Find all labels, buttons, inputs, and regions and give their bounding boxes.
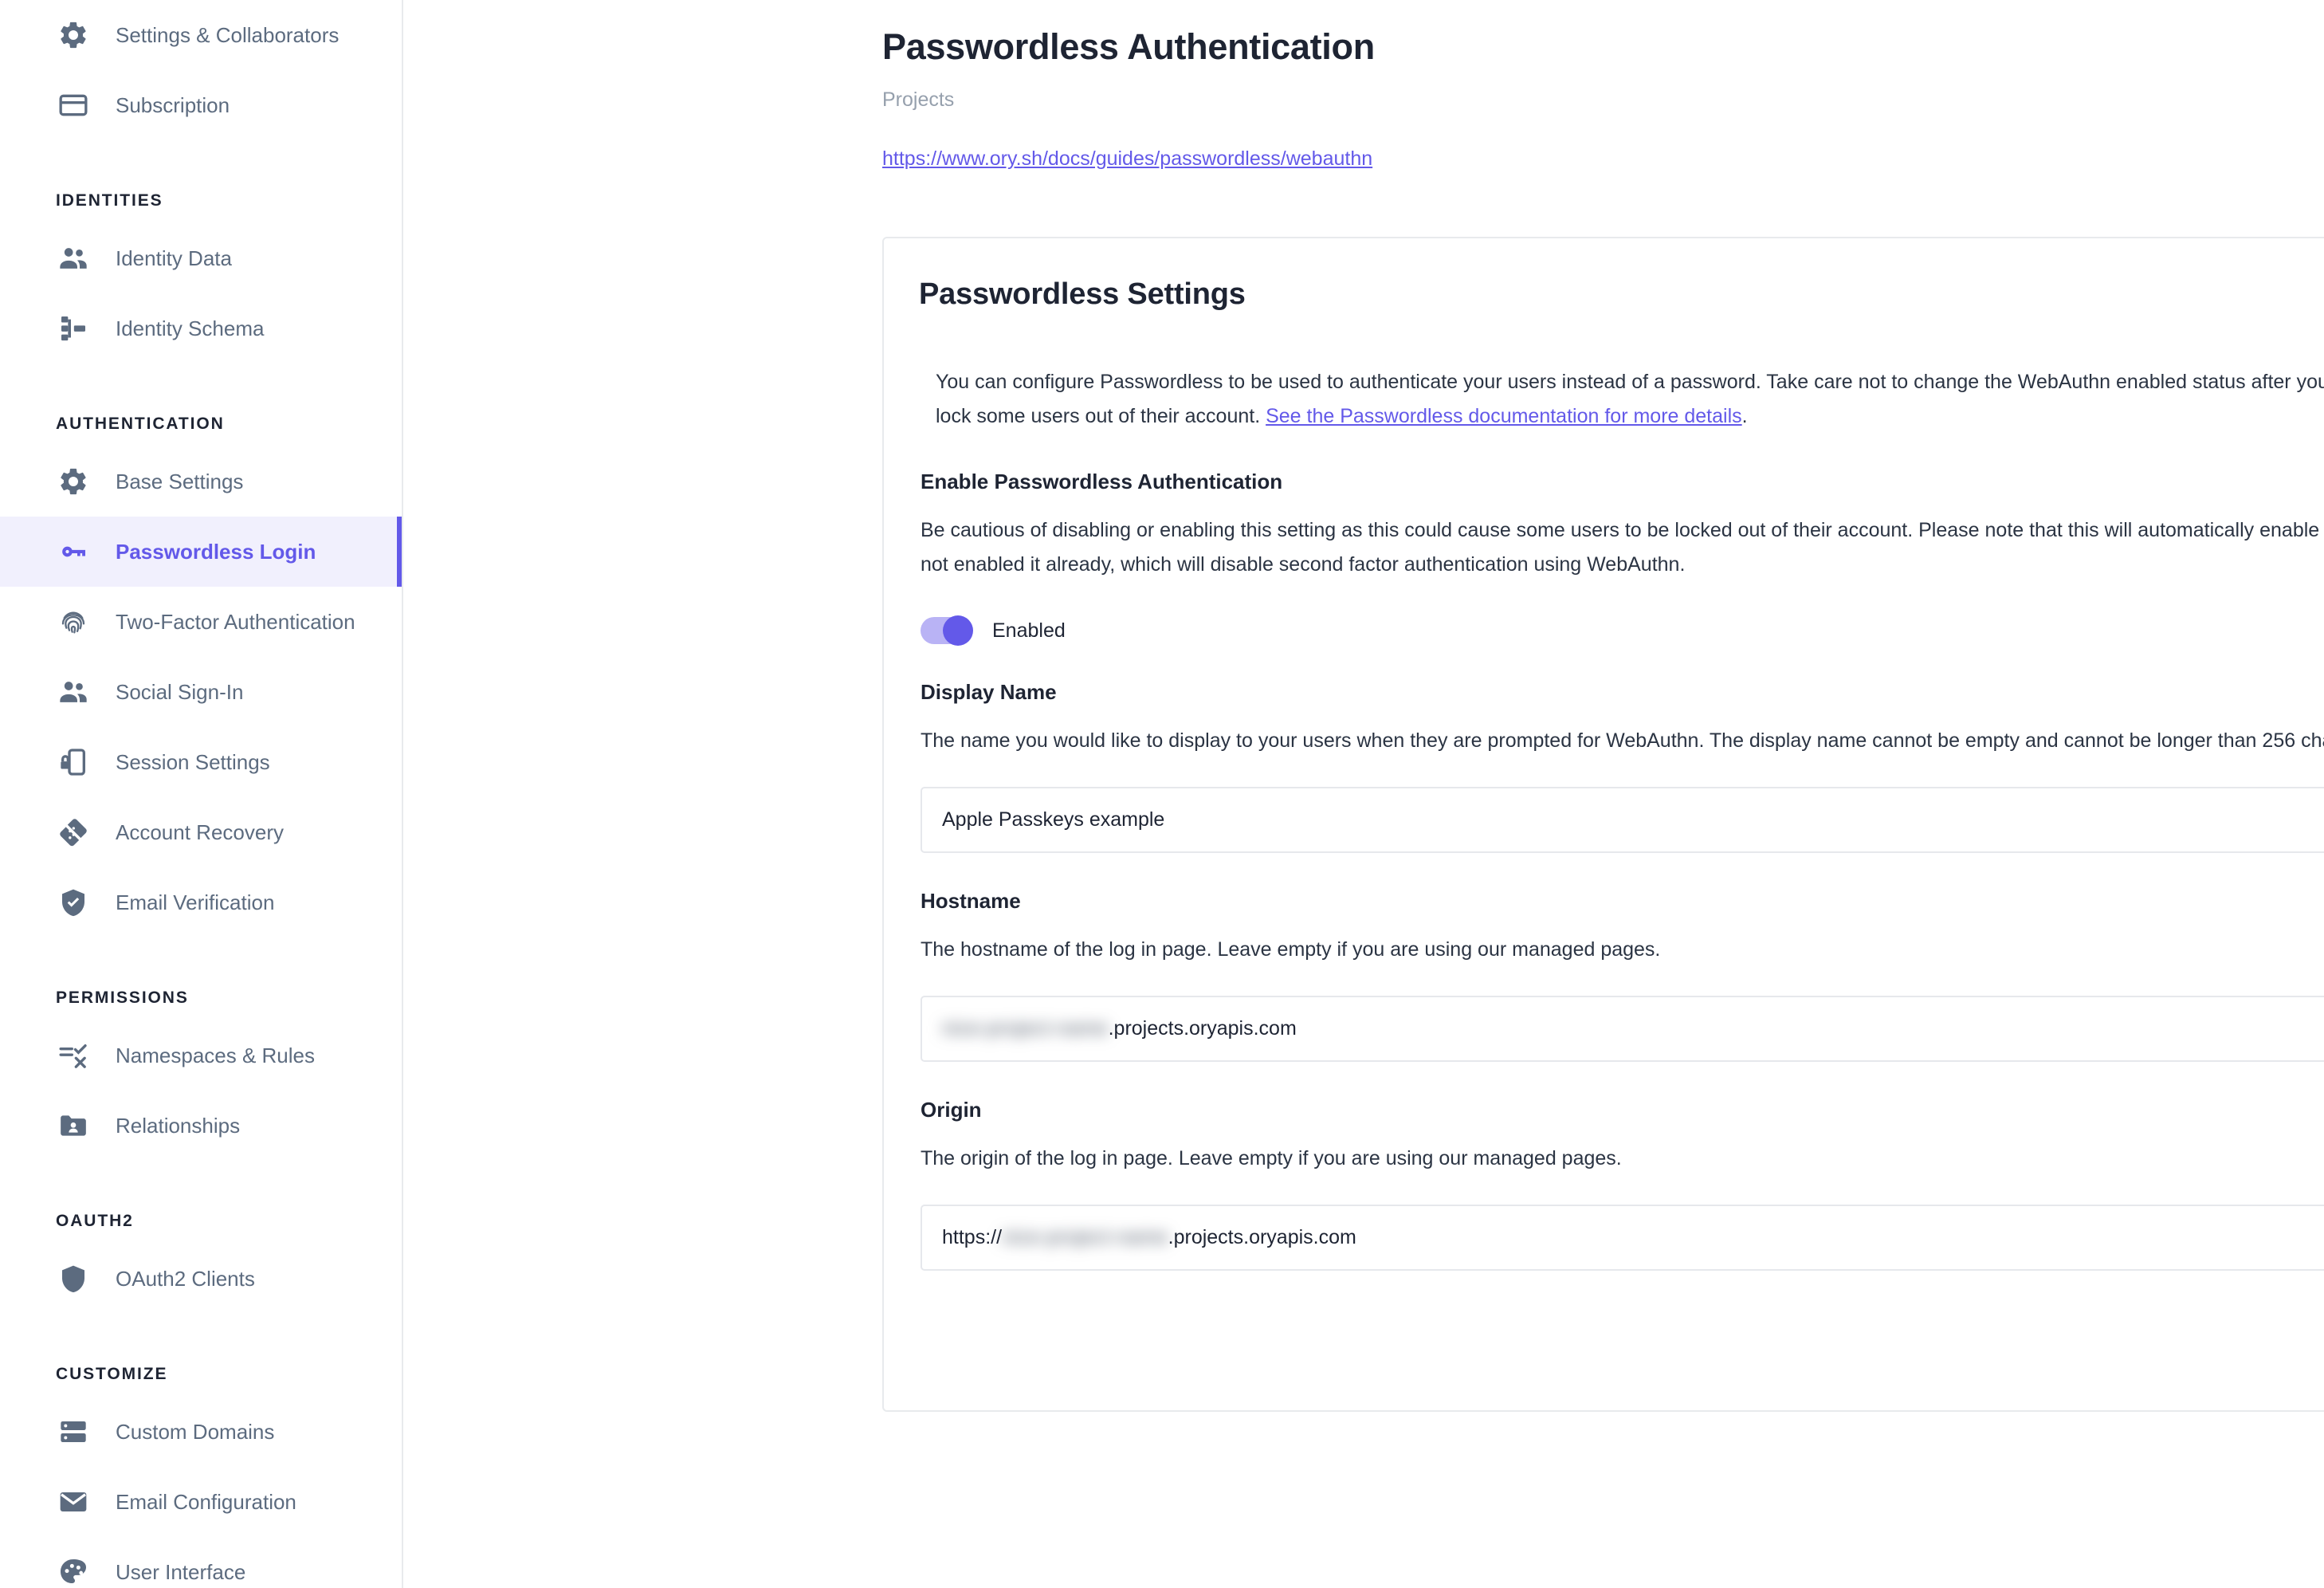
sidebar-item-base-settings[interactable]: Base Settings (0, 446, 402, 517)
sidebar-section-customize: CUSTOMIZE (56, 1365, 168, 1383)
sidebar-item-label: Settings & Collaborators (116, 22, 340, 47)
enable-passwordless-toggle-row: Enabled (921, 615, 2324, 646)
hostname-block: Hostname The hostname of the log in page… (919, 889, 2324, 1062)
sidebar-item-label: Base Settings (116, 469, 244, 493)
sidebar-item-email-verification[interactable]: Email Verification (0, 867, 402, 937)
origin-value-suffix: .projects.oryapis.com (1168, 1226, 1356, 1248)
sidebar-item-namespaces-rules[interactable]: Namespaces & Rules (0, 1020, 402, 1091)
credit-card-icon (56, 88, 91, 123)
card-intro-text-after: . (1741, 405, 1748, 427)
sidebar-item-session-settings[interactable]: Session Settings (0, 727, 402, 797)
sidebar-item-custom-domains[interactable]: Custom Domains (0, 1397, 402, 1467)
card-intro: You can configure Passwordless to be use… (936, 365, 2324, 434)
sidebar-item-label: Social Sign-In (116, 679, 244, 704)
hostname-input[interactable]: nice-project-name .projects.oryapis.com (921, 996, 2324, 1062)
card-footer: Save (919, 1271, 2324, 1410)
sidebar-item-label: Session Settings (116, 749, 270, 774)
sidebar-item-label: Identity Schema (116, 316, 265, 340)
sidebar: Settings & Collaborators Subscription IDEN… (0, 0, 403, 1588)
sidebar-item-label: Relationships (116, 1113, 241, 1138)
sidebar-item-user-interface[interactable]: User Interface (0, 1537, 402, 1588)
sidebar-section-authentication: AUTHENTICATION (56, 415, 225, 433)
sidebar-item-label: Email Configuration (116, 1489, 296, 1514)
sidebar-item-label: Account Recovery (116, 820, 284, 844)
key-icon (56, 534, 91, 569)
sidebar-item-settings-collaborators[interactable]: Settings & Collaborators (0, 0, 402, 70)
sidebar-item-account-recovery[interactable]: Account Recovery (0, 797, 402, 867)
main-content: Passwordless Authentication Projects htt… (403, 0, 2324, 1588)
sidebar-item-identity-schema[interactable]: Identity Schema (0, 293, 402, 364)
sidebar-item-oauth2-clients[interactable]: OAuth2 Clients (0, 1244, 402, 1314)
shield-icon (56, 1261, 91, 1296)
enable-passwordless-label: Enable Passwordless Authentication (921, 470, 1283, 493)
sidebar-item-label: Passwordless Login (116, 539, 316, 564)
shield-check-icon (56, 885, 91, 920)
bandage-icon (56, 815, 91, 850)
hostname-description: The hostname of the log in page. Leave e… (921, 938, 1661, 961)
phone-lock-icon (56, 745, 91, 780)
sidebar-item-label: Identity Data (116, 246, 232, 270)
display-name-value: Apple Passkeys example (942, 808, 1165, 831)
sidebar-item-label: User Interface (116, 1559, 246, 1584)
sidebar-item-two-factor-authentication[interactable]: Two-Factor Authentication (0, 587, 402, 657)
display-name-block: Display Name The name you would like to … (919, 680, 2324, 853)
origin-label: Origin (921, 1098, 982, 1122)
toggle-knob (943, 615, 973, 646)
display-name-label: Display Name (921, 680, 1057, 704)
display-name-input[interactable]: Apple Passkeys example (921, 787, 2324, 853)
sidebar-item-identity-data[interactable]: Identity Data (0, 223, 402, 293)
app-root: Settings & Collaborators Subscription IDEN… (0, 0, 2324, 1588)
people-icon (56, 241, 91, 276)
hostname-value-redacted: nice-project-name (942, 1017, 1109, 1040)
enable-passwordless-toggle-state: Enabled (992, 619, 1066, 642)
enable-passwordless-description: Be cautious of disabling or enabling thi… (921, 519, 2324, 576)
enable-passwordless-toggle[interactable] (921, 615, 973, 646)
palette-icon (56, 1555, 91, 1588)
envelope-icon (56, 1484, 91, 1519)
fingerprint-icon (56, 604, 91, 639)
sidebar-item-email-configuration[interactable]: Email Configuration (0, 1467, 402, 1537)
origin-block: Origin The origin of the log in page. Le… (919, 1098, 2324, 1271)
sidebar-item-label: Email Verification (116, 890, 275, 914)
sidebar-section-identities: IDENTITIES (56, 191, 163, 210)
page-header: Passwordless Authentication Projects htt… (403, 0, 2324, 171)
display-name-description: The name you would like to display to yo… (921, 729, 2324, 752)
sidebar-item-label: Namespaces & Rules (116, 1043, 315, 1067)
folder-user-icon (56, 1108, 91, 1143)
origin-description: The origin of the log in page. Leave emp… (921, 1147, 1622, 1169)
sidebar-item-label: OAuth2 Clients (116, 1266, 255, 1291)
hostname-value-suffix: .projects.oryapis.com (1108, 1017, 1297, 1040)
sidebar-item-label: Two-Factor Authentication (116, 609, 355, 634)
origin-value-redacted: nice-project-name (1002, 1226, 1168, 1248)
passwordless-docs-link[interactable]: See the Passwordless documentation for m… (1266, 405, 1742, 427)
rules-icon (56, 1038, 91, 1073)
enable-passwordless-block: Enable Passwordless Authentication Be ca… (919, 470, 2324, 646)
gear-icon (56, 464, 91, 499)
sidebar-item-label: Subscription (116, 92, 230, 117)
people-icon (56, 674, 91, 709)
sidebar-item-label: Custom Domains (116, 1419, 275, 1444)
sidebar-item-relationships[interactable]: Relationships (0, 1091, 402, 1161)
sidebar-item-social-sign-in[interactable]: Social Sign-In (0, 657, 402, 727)
gear-icon (56, 18, 91, 53)
sidebar-item-passwordless-login[interactable]: Passwordless Login (0, 517, 402, 587)
sidebar-item-subscription[interactable]: Subscription (0, 70, 402, 140)
page-title: Passwordless Authentication (882, 26, 1375, 67)
passwordless-settings-card: Passwordless Settings You can configure … (882, 237, 2324, 1412)
server-icon (56, 1414, 91, 1449)
origin-value-prefix: https:// (942, 1226, 1003, 1248)
schema-icon (56, 311, 91, 346)
origin-input[interactable]: https://nice-project-name .projects.oryap… (921, 1205, 2324, 1271)
breadcrumb: Projects (882, 88, 955, 111)
sidebar-section-permissions: PERMISSIONS (56, 989, 189, 1007)
sidebar-section-oauth2: OAUTH2 (56, 1212, 134, 1230)
card-title: Passwordless Settings (919, 277, 1246, 311)
documentation-link[interactable]: https://www.ory.sh/docs/guides/passwordl… (882, 147, 1372, 171)
hostname-label: Hostname (921, 889, 1021, 913)
